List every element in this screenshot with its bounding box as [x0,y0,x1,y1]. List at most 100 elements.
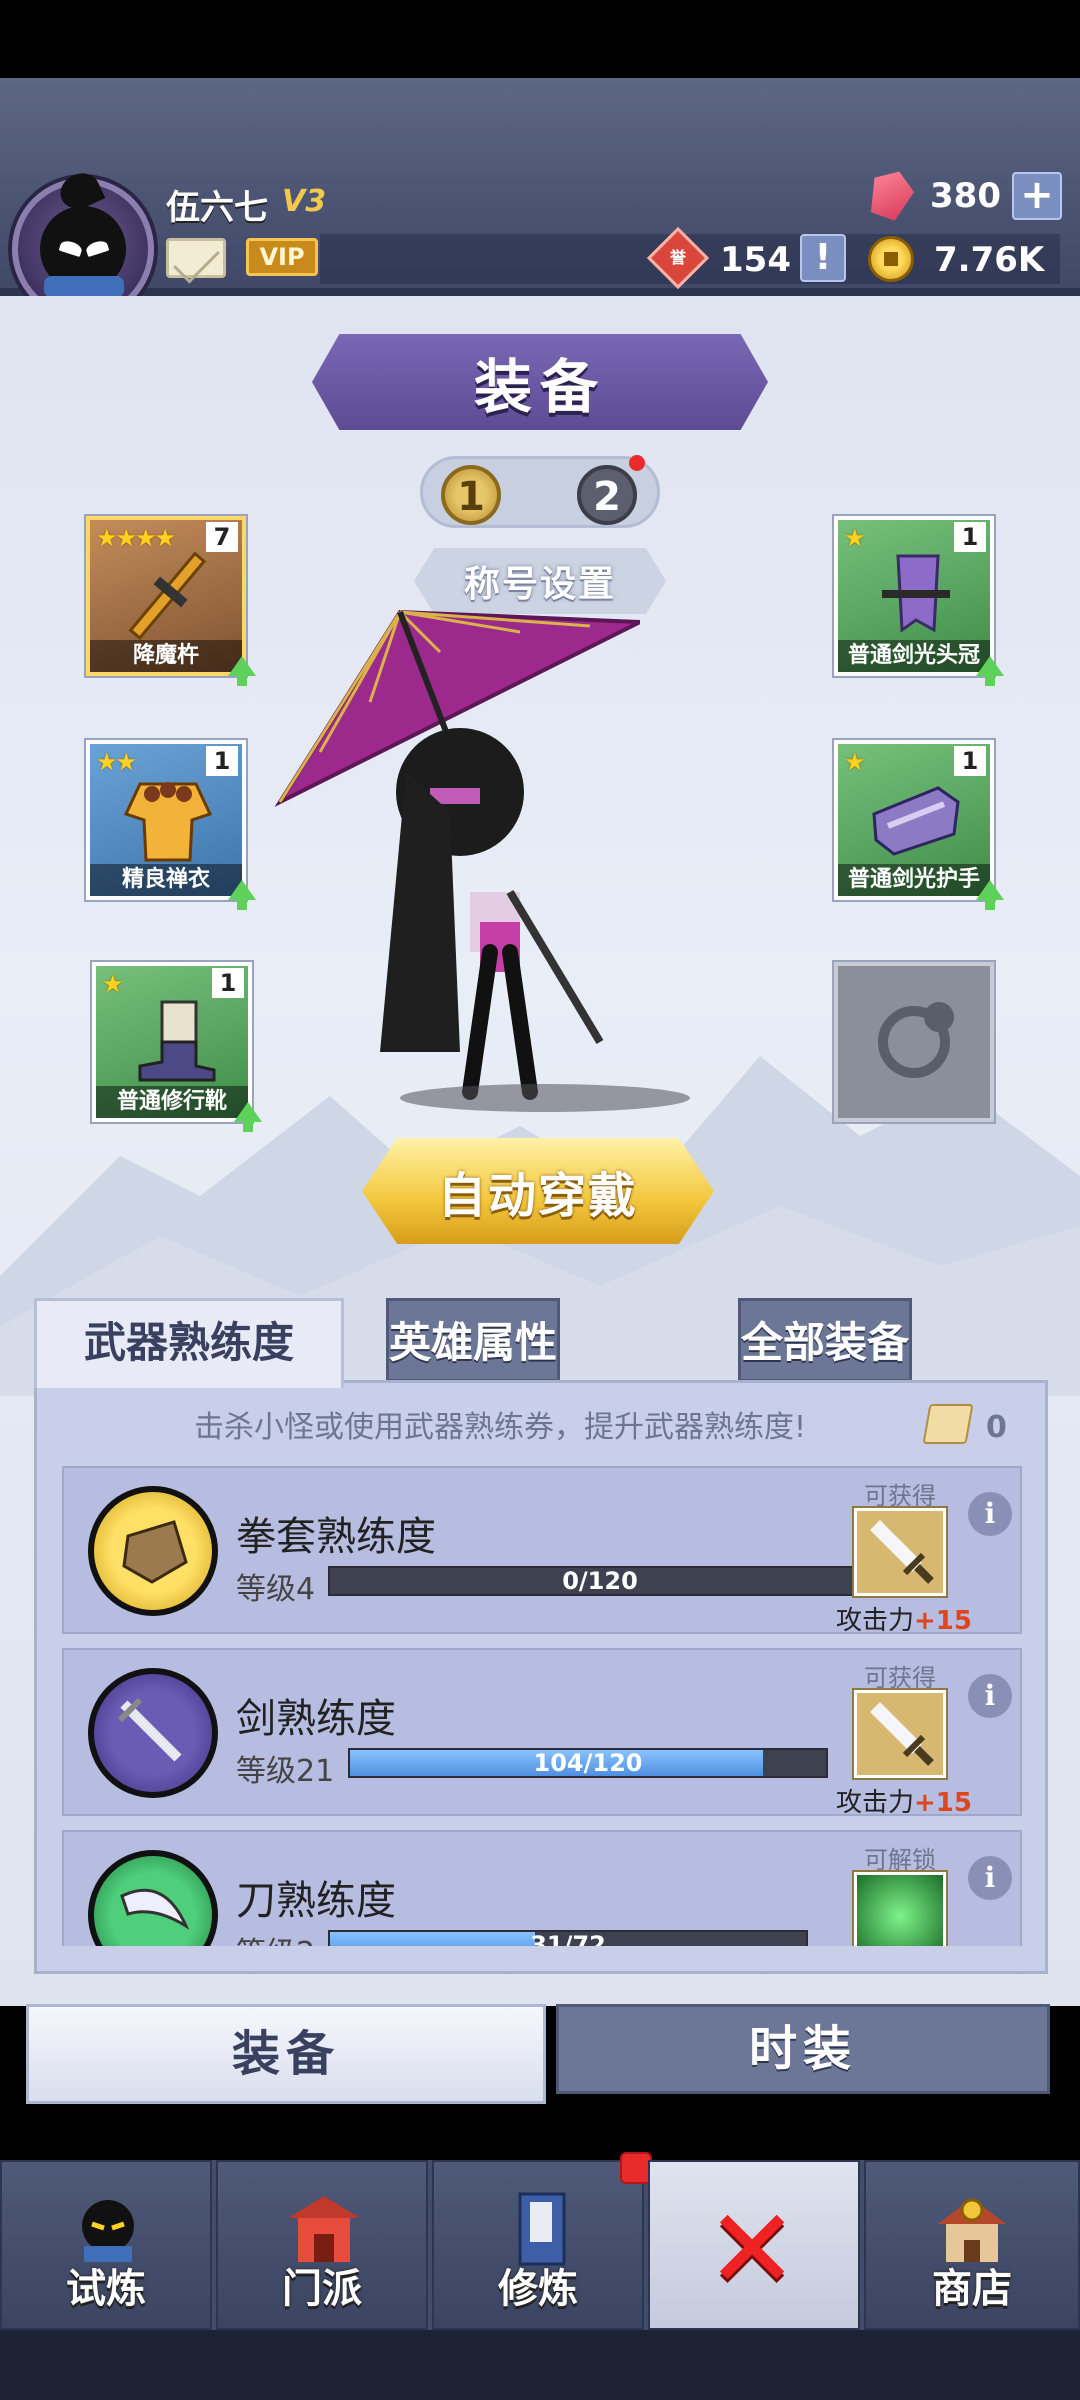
mastery-level: 等级2 [236,1928,315,1946]
slot-level: 1 [954,522,986,552]
avatar-eye-right [84,238,110,258]
boots-slot[interactable]: ★ 1 普通修行靴 [92,962,262,1132]
upgrade-arrow-icon [228,656,256,686]
tab-weapon-mastery[interactable]: 武器熟练度 [34,1298,344,1388]
close-icon: ✕ [706,2185,799,2313]
coin-count: 7.76K [934,240,1045,280]
robe-icon [123,782,213,862]
app-screen: 伍六七 V3 VIP 380 + 誉 154 ! 7.76K 装备 1 2 称号… [0,0,1080,2400]
character-figure[interactable] [260,592,640,1112]
info-button[interactable]: i [968,1856,1012,1900]
page-title-banner: 装备 [312,334,768,430]
nav-trial[interactable]: 试炼 [0,2160,212,2330]
slot-label: 降魔杵 [90,640,242,672]
slot-label: 普通剑光头冠 [838,640,990,672]
loadout-2-button[interactable]: 2 [577,465,637,525]
mastery-progress-bar: 104/120 [348,1748,828,1778]
mastery-row[interactable]: 剑熟练度 等级21 104/120 可获得 攻击力+15 i [62,1648,1022,1819]
reward-status: 可解锁 [864,1846,936,1874]
loadout-toggle: 1 2 [420,455,660,528]
mail-icon[interactable] [166,238,226,278]
mastery-progress-text: 0/120 [562,1567,638,1595]
mastery-ticket-icon [922,1404,974,1444]
page-title: 装备 [473,353,606,421]
reward-attack-label: 攻击力 [836,1788,915,1818]
upgrade-arrow-icon [976,656,1004,686]
nav-sect[interactable]: 门派 [216,2160,428,2330]
gauntlet-slot[interactable]: ★ 1 普通剑光护手 [834,740,1004,910]
upgrade-arrow-icon [228,880,256,910]
helmet-icon [882,554,950,633]
gem-count: 380 [930,176,1001,216]
auto-equip-label: 自动穿戴 [437,1168,638,1224]
mastery-row[interactable]: 刀熟练度 等级2 31/72 可解锁 i [62,1830,1022,1946]
vip-badge[interactable]: VIP [246,238,318,276]
slot-level: 1 [954,746,986,776]
empty-slot[interactable] [834,962,994,1122]
info-button[interactable]: i [968,1674,1012,1718]
avatar-scarf [44,276,124,298]
boot-icon [138,1000,216,1082]
player-name: 伍六七 [166,188,268,228]
armor-slot[interactable]: ★★ 1 精良禅衣 [86,740,256,910]
mastery-row-clip: 刀熟练度 等级2 31/72 可解锁 i [62,1830,1022,1946]
sword-mastery-icon [88,1668,218,1798]
loadout-1-button[interactable]: 1 [441,465,501,525]
avatar-eye-left [58,238,84,258]
nav-label: 商店 [932,2266,1012,2312]
reward-sword-icon[interactable] [854,1690,946,1778]
helmet-slot[interactable]: ★ 1 普通剑光头冠 [834,516,1004,686]
staff-icon [128,551,207,640]
empty-slot-dot [924,1002,954,1032]
upgrade-arrow-icon [976,880,1004,910]
nav-close[interactable]: ✕ [648,2160,860,2330]
slot-level: 1 [212,968,244,998]
nav-cultivate[interactable]: 修炼 [432,2160,644,2330]
mastery-progress-bar: 31/72 [328,1930,808,1946]
nav-label: 试炼 [66,2266,146,2312]
rarity-stars: ★ [844,524,865,552]
system-nav-area [0,2330,1080,2400]
mastery-name: 拳套熟练度 [236,1514,436,1560]
mastery-level: 等级21 [236,1754,335,1789]
rarity-stars: ★★★★ [96,524,176,552]
token-count: 154 [720,240,791,280]
info-button[interactable]: i [968,1492,1012,1536]
reward-attack-value: +15 [914,1606,972,1636]
rarity-stars: ★ [844,748,865,776]
upgrade-arrow-icon [234,1102,262,1132]
vip-level: V3 [282,184,327,219]
slot-label: 普通剑光护手 [838,864,990,896]
slot-label: 普通修行靴 [96,1086,248,1118]
reward-skill-icon[interactable] [854,1872,946,1946]
character-shadow [400,1084,690,1112]
weapon-slot[interactable]: ★★★★ 7 降魔杵 [86,516,256,686]
auto-equip-button[interactable]: 自动穿戴 [362,1138,714,1244]
mastery-hint: 击杀小怪或使用武器熟练券，提升武器熟练度! [194,1410,807,1445]
reward-attack: 攻击力+15 [836,1782,972,1819]
bottom-tab-fashion[interactable]: 时装 [556,2004,1050,2094]
rarity-stars: ★★ [96,748,137,776]
tab-hero-attributes[interactable]: 英雄属性 [386,1298,561,1382]
nav-label: 门派 [282,2266,362,2312]
rarity-stars: ★ [102,970,123,998]
honor-token-char: 誉 [669,248,686,267]
token-alert-button[interactable]: ! [800,234,846,282]
mastery-ticket-count: 0 [986,1410,1007,1445]
mastery-progress-text: 104/120 [533,1749,643,1777]
reward-attack: 攻击力+15 [836,1600,972,1637]
mastery-level: 等级4 [236,1572,316,1607]
nav-shop[interactable]: 商店 [864,2160,1080,2330]
slot-label: 精良禅衣 [90,864,242,896]
mastery-row[interactable]: 拳套熟练度 等级4 0/120 可获得 攻击力+15 i [62,1466,1022,1637]
blade-mastery-icon [88,1850,218,1946]
nav-label: 修炼 [498,2266,578,2312]
tab-all-equipment[interactable]: 全部装备 [738,1298,913,1382]
gauntlet-icon [872,786,960,856]
notification-dot [629,455,645,471]
bottom-tab-equipment[interactable]: 装备 [26,2004,546,2104]
reward-sword-icon[interactable] [854,1508,946,1596]
add-gems-button[interactable]: + [1012,172,1062,220]
reward-attack-label: 攻击力 [836,1606,915,1636]
mastery-progress-bar: 0/120 [328,1566,872,1596]
